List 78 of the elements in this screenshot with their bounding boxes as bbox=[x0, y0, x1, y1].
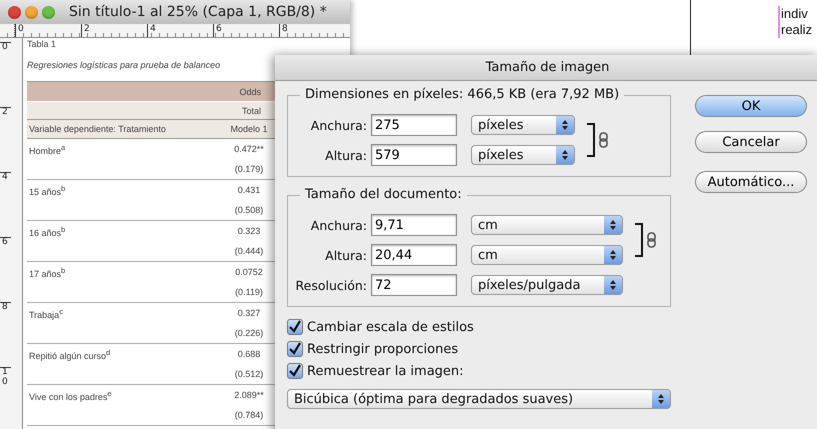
ruler-label: 0 bbox=[0, 42, 11, 94]
field-label: Altura: bbox=[324, 248, 368, 262]
table-cell-text: 0.688 bbox=[236, 349, 262, 359]
page-text: realiz bbox=[781, 22, 812, 38]
table-cell-text: (0.179) bbox=[234, 164, 264, 174]
table-cell-text: (0.226) bbox=[234, 328, 264, 338]
input-field[interactable]: 20,44 bbox=[371, 244, 457, 266]
ruler-label: 8 bbox=[0, 302, 11, 354]
checkbox-label: Cambiar escala de estilos bbox=[307, 320, 474, 334]
table-cell-text: 0.431 bbox=[236, 185, 262, 195]
table-cell-text: 0.0752 bbox=[234, 267, 264, 277]
table-cell-text: (0.444) bbox=[234, 246, 264, 256]
table-subheader: Total bbox=[240, 106, 261, 116]
page-text: indiv bbox=[781, 6, 809, 22]
table-cell-text: 2.089** bbox=[233, 390, 265, 400]
field-label: Anchura: bbox=[310, 118, 368, 132]
ruler-label: 8 bbox=[279, 24, 345, 37]
table-cell-text: Hombre$^{a}$ bbox=[28, 142, 66, 156]
checkbox[interactable] bbox=[287, 341, 303, 357]
checkbox[interactable] bbox=[287, 319, 303, 335]
ruler-label: 2 bbox=[0, 107, 11, 159]
field-label: Altura: bbox=[324, 148, 368, 162]
table-title: Tabla 1 bbox=[27, 38, 58, 50]
table-header: Odds bbox=[238, 86, 261, 96]
ruler-label: 10 bbox=[0, 367, 11, 419]
ruler-label: 4 bbox=[0, 172, 11, 224]
ruler-label: 0 bbox=[15, 24, 81, 37]
ruler-label: 6 bbox=[213, 24, 279, 37]
zoom-icon[interactable] bbox=[42, 6, 55, 18]
stepper-icon bbox=[652, 390, 670, 408]
table-cell-text: (0.119) bbox=[234, 287, 264, 297]
column-heading: Modelo 1 bbox=[229, 124, 269, 134]
stepper-icon bbox=[604, 216, 622, 234]
stepper-icon bbox=[556, 146, 574, 164]
dialog-button[interactable]: Cancelar bbox=[695, 131, 807, 153]
table-cell-text: 0.327 bbox=[236, 308, 262, 318]
input-field[interactable]: 579 bbox=[371, 144, 457, 166]
window-title: Sin título-1 al 25% (Capa 1, RGB/8) * bbox=[69, 4, 327, 20]
table-cell-text: (0.508) bbox=[234, 205, 264, 215]
unit-dropdown[interactable]: cm bbox=[471, 245, 623, 265]
table-cell-text: Trabaja$^{c}$ bbox=[28, 306, 64, 320]
table-cell-text: (0.784) bbox=[234, 410, 264, 420]
table-subtitle: Regresiones logísticas para prueba de balanceo bbox=[27, 59, 222, 71]
unit-dropdown[interactable]: píxeles bbox=[471, 145, 575, 165]
table-cell-text: Vive con los padres$^{e}$ bbox=[28, 388, 113, 402]
table-cell-text: 0.323 bbox=[236, 226, 262, 236]
input-field[interactable]: 275 bbox=[371, 114, 457, 136]
dialog-title: Tamaño de imagen bbox=[275, 55, 817, 81]
column-heading: Variable dependiente: Tratamiento bbox=[28, 124, 167, 134]
input-field[interactable]: 9,71 bbox=[371, 214, 457, 236]
unit-dropdown[interactable]: cm bbox=[471, 215, 623, 235]
stepper-icon bbox=[556, 116, 574, 134]
ruler-label: 4 bbox=[147, 24, 213, 37]
dialog-button[interactable]: OK bbox=[695, 95, 807, 117]
chain-icon bbox=[647, 232, 656, 248]
table-cell-text: 15 años$^{b}$ bbox=[28, 184, 66, 196]
stepper-icon bbox=[604, 246, 622, 264]
unit-dropdown[interactable]: píxeles bbox=[471, 115, 575, 135]
resample-dropdown[interactable]: Bicúbica (óptima para degradados suaves) bbox=[287, 389, 671, 409]
dialog-button[interactable]: Automático... bbox=[695, 171, 807, 193]
field-label: Resolución: bbox=[294, 278, 368, 292]
group-legend: Dimensiones en píxeles: 466,5 KB (era 7,92 MB) bbox=[300, 87, 624, 102]
checkbox[interactable] bbox=[287, 363, 303, 379]
chain-icon bbox=[599, 132, 608, 148]
checkbox-label: Remuestrear la imagen: bbox=[307, 364, 464, 378]
table-cell-text: Repitió algún curso$^{d}$ bbox=[28, 348, 112, 360]
table-cell-text: 16 años$^{b}$ bbox=[28, 224, 66, 238]
field-label: Anchura: bbox=[310, 218, 368, 232]
input-field[interactable]: 72 bbox=[371, 274, 457, 296]
table-cell-text: 0.472** bbox=[233, 144, 265, 154]
ruler-label: 2 bbox=[81, 24, 147, 37]
close-icon[interactable] bbox=[8, 6, 21, 18]
ruler-label: 6 bbox=[0, 237, 11, 289]
unit-dropdown[interactable]: píxeles/pulgada bbox=[471, 275, 623, 295]
checkbox-label: Restringir proporciones bbox=[307, 342, 458, 356]
stepper-icon bbox=[604, 276, 622, 294]
table-cell-text: (0.512) bbox=[234, 369, 264, 379]
table-cell-text: 17 años$^{b}$ bbox=[28, 266, 66, 278]
